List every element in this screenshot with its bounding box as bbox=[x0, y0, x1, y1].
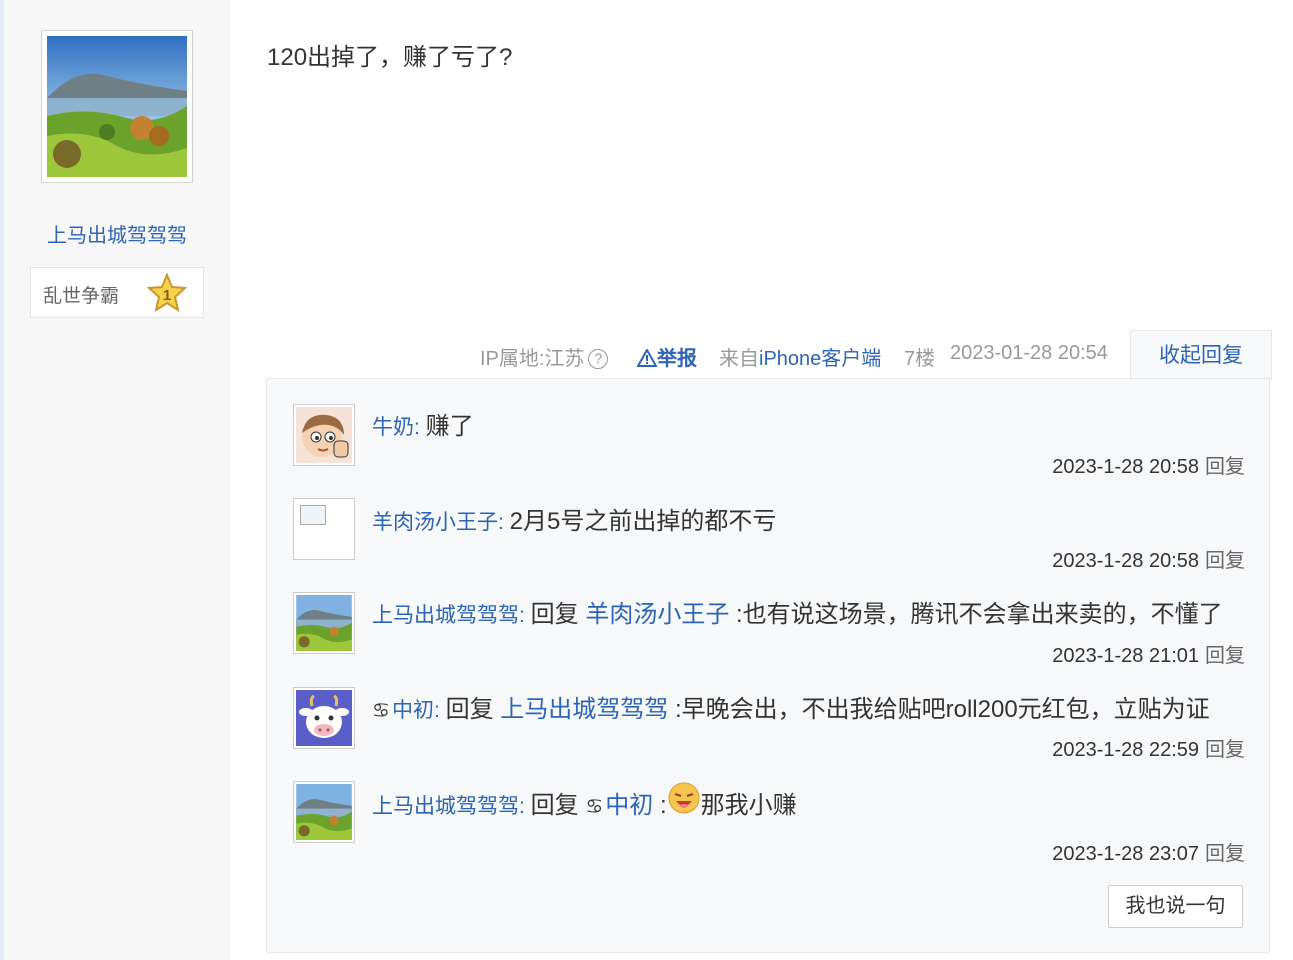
list-item: 上马出城驾驾驾: 回复 ♋中初 : 那我小赚 2023-1-28 23:07 回复 bbox=[267, 781, 1271, 875]
cartoon-kid-avatar-icon bbox=[296, 407, 352, 463]
reply-avatar[interactable] bbox=[293, 404, 355, 466]
ip-location: IP属地:江苏? bbox=[480, 342, 609, 371]
list-item: 牛奶: 赚了 2023-1-28 20:58 回复 bbox=[267, 404, 1271, 498]
collapse-replies-button[interactable]: 收起回复 bbox=[1130, 330, 1272, 380]
client-source: 来自iPhone客户端 bbox=[719, 342, 881, 371]
reply-target-user[interactable]: 上马出城驾驾驾 bbox=[500, 696, 668, 723]
reply-text: 上马出城驾驾驾: 回复 ♋中初 : 那我小赚 bbox=[372, 781, 797, 820]
reply-meta: 2023-1-28 21:01 回复 bbox=[1052, 639, 1245, 668]
reply-avatar[interactable] bbox=[293, 498, 355, 560]
reply-username[interactable]: 上马出城驾驾驾 bbox=[372, 604, 519, 627]
reply-avatar[interactable] bbox=[293, 781, 355, 843]
reply-separator: : bbox=[519, 795, 531, 818]
reply-meta: 2023-1-28 23:07 回复 bbox=[1052, 837, 1245, 866]
post-tail: IP属地:江苏? 举报 来自iPhone客户端 7楼 2023-01-28 20… bbox=[0, 330, 1293, 380]
laughing-emoji-icon bbox=[668, 782, 700, 814]
list-item: 羊肉汤小王子: 2月5号之前出掉的都不亏 2023-1-28 20:58 回复 bbox=[267, 498, 1271, 592]
warning-icon bbox=[636, 347, 658, 367]
reply-separator: : bbox=[498, 511, 510, 534]
reply-body: :也有说这场景，腾讯不会拿出来卖的，不懂了 bbox=[729, 601, 1223, 628]
reply-time: 2023-1-28 23:07 bbox=[1052, 843, 1199, 865]
reply-separator: : bbox=[414, 416, 426, 439]
cancer-zodiac-icon: ♋ bbox=[372, 700, 390, 722]
reply-body: :早晚会出，不出我给贴吧roll200元红包，立贴为证 bbox=[668, 696, 1210, 723]
reply-body: 赚了 bbox=[425, 413, 474, 440]
reply-text: 羊肉汤小王子: 2月5号之前出掉的都不亏 bbox=[372, 501, 776, 536]
floor-number: 7楼 bbox=[904, 348, 936, 370]
reply-word: 回复 bbox=[530, 792, 586, 819]
help-icon[interactable]: ? bbox=[588, 349, 609, 369]
reply-button[interactable]: 回复 bbox=[1205, 739, 1245, 761]
author-username[interactable]: 上马出城驾驾驾 bbox=[4, 219, 230, 248]
cow-avatar-icon bbox=[296, 690, 352, 746]
reply-username[interactable]: 牛奶 bbox=[372, 416, 414, 439]
reply-button[interactable]: 回复 bbox=[1205, 843, 1245, 865]
reply-avatar[interactable] bbox=[293, 592, 355, 654]
reply-button[interactable]: 回复 bbox=[1205, 645, 1245, 667]
reply-separator: : bbox=[433, 699, 446, 722]
list-item: 上马出城驾驾驾: 回复 羊肉汤小王子 :也有说这场景，腾讯不会拿出来卖的，不懂了… bbox=[267, 592, 1271, 686]
author-sidebar: 上马出城驾驾驾 乱世争霸 1 bbox=[4, 0, 230, 960]
reply-meta: 2023-1-28 22:59 回复 bbox=[1052, 733, 1245, 762]
landscape-image bbox=[47, 36, 187, 177]
reply-text: 牛奶: 赚了 bbox=[372, 406, 474, 441]
reply-button[interactable]: 回复 bbox=[1205, 456, 1245, 478]
reply-meta: 2023-1-28 20:58 回复 bbox=[1052, 544, 1245, 573]
client-link[interactable]: iPhone客户端 bbox=[759, 348, 881, 370]
reply-time: 2023-1-28 20:58 bbox=[1052, 456, 1199, 478]
reply-username[interactable]: 中初 bbox=[392, 699, 434, 722]
post-time: 2023-01-28 20:54 bbox=[950, 342, 1108, 364]
ip-text: IP属地:江苏 bbox=[480, 348, 585, 370]
reply-body: 那我小赚 bbox=[700, 792, 797, 819]
reply-time: 2023-1-28 20:58 bbox=[1052, 550, 1199, 572]
reply-target-user[interactable]: 羊肉汤小王子 bbox=[585, 601, 729, 628]
level-name: 乱世争霸 bbox=[43, 285, 120, 307]
report-label: 举报 bbox=[657, 348, 697, 370]
reply-separator: : bbox=[519, 604, 531, 627]
reply-username[interactable]: 上马出城驾驾驾 bbox=[372, 795, 519, 818]
reply-avatar[interactable] bbox=[293, 687, 355, 749]
reply-button[interactable]: 回复 bbox=[1205, 550, 1245, 572]
reply-word: 回复 bbox=[445, 696, 501, 723]
reply-username[interactable]: 羊肉汤小王子 bbox=[372, 511, 498, 534]
reply-body: 2月5号之前出掉的都不亏 bbox=[509, 508, 777, 535]
author-avatar[interactable] bbox=[41, 30, 193, 183]
from-prefix: 来自 bbox=[719, 348, 759, 370]
post-content: 120出掉了，赚了亏了? bbox=[267, 44, 513, 71]
add-comment-button[interactable]: 我也说一句 bbox=[1108, 885, 1243, 928]
broken-image-icon bbox=[296, 501, 352, 557]
list-item: ♋中初: 回复 上马出城驾驾驾 :早晚会出，不出我给贴吧roll200元红包，立… bbox=[267, 687, 1271, 781]
reply-time: 2023-1-28 21:01 bbox=[1052, 645, 1199, 667]
reply-text: ♋中初: 回复 上马出城驾驾驾 :早晚会出，不出我给贴吧roll200元红包，立… bbox=[372, 689, 1210, 724]
report-button[interactable]: 举报 bbox=[636, 342, 697, 371]
landscape-avatar-icon bbox=[296, 784, 352, 840]
reply-time: 2023-1-28 22:59 bbox=[1052, 739, 1199, 761]
reply-list: 牛奶: 赚了 2023-1-28 20:58 回复 羊肉汤小王子: 2月5号之前出… bbox=[266, 378, 1270, 953]
reply-text: 上马出城驾驾驾: 回复 羊肉汤小王子 :也有说这场景，腾讯不会拿出来卖的，不懂了 bbox=[372, 594, 1223, 629]
cancer-zodiac-icon: ♋ bbox=[585, 796, 604, 818]
level-number: 1 bbox=[163, 287, 171, 304]
reply-word: 回复 bbox=[530, 601, 586, 628]
reply-meta: 2023-1-28 20:58 回复 bbox=[1052, 450, 1245, 479]
reply-target-user[interactable]: 中初 bbox=[605, 792, 653, 819]
reply-colon: : bbox=[653, 792, 667, 819]
level-badge[interactable]: 乱世争霸 1 bbox=[30, 267, 204, 318]
level-star-icon: 1 bbox=[147, 273, 187, 313]
landscape-avatar-icon bbox=[296, 595, 352, 651]
